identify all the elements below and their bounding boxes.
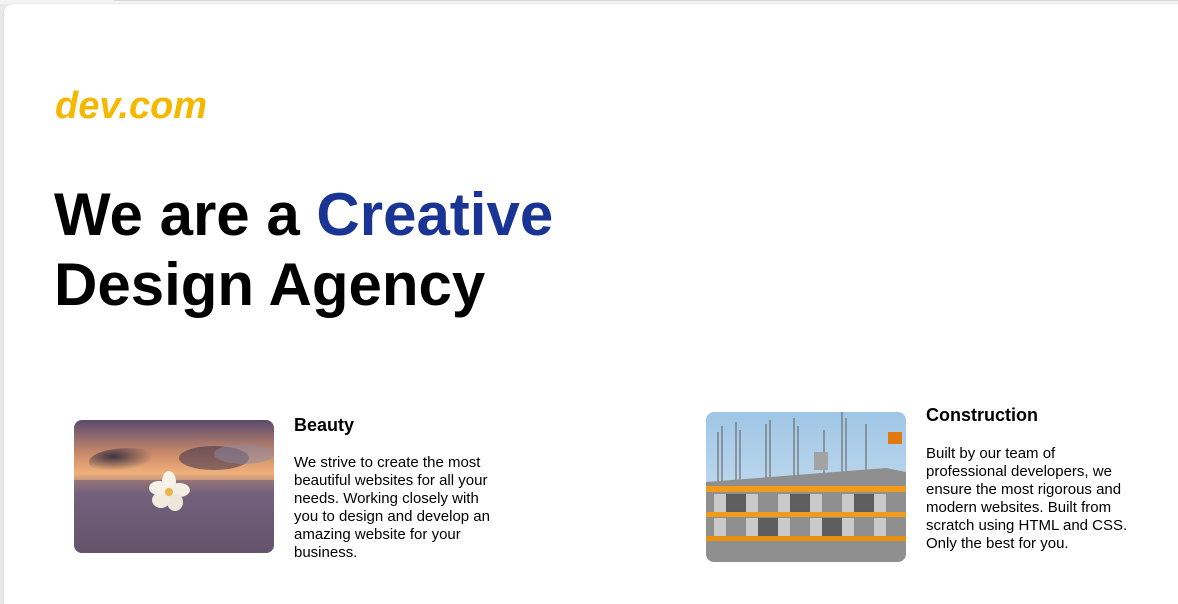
hero-heading: We are a Creative Design Agency <box>54 180 553 320</box>
service-title-beauty: Beauty <box>294 415 355 435</box>
service-text-beauty: We strive to create the most beautiful w… <box>294 454 490 561</box>
hero-line1-accent: Creative <box>316 181 554 248</box>
hero-line1-prefix: We are a <box>54 181 317 248</box>
hero-line2: Design Agency <box>54 251 486 318</box>
beauty-image <box>74 420 274 553</box>
service-title-construction: Construction <box>926 405 1038 425</box>
brand-logo[interactable]: dev.com <box>55 84 207 128</box>
page: dev.com We are a CreativeDesign Agency <box>4 4 1178 604</box>
construction-image <box>706 412 906 562</box>
tab-divider <box>114 0 1178 1</box>
service-text-construction: Built by our team of professional develo… <box>926 445 1128 552</box>
